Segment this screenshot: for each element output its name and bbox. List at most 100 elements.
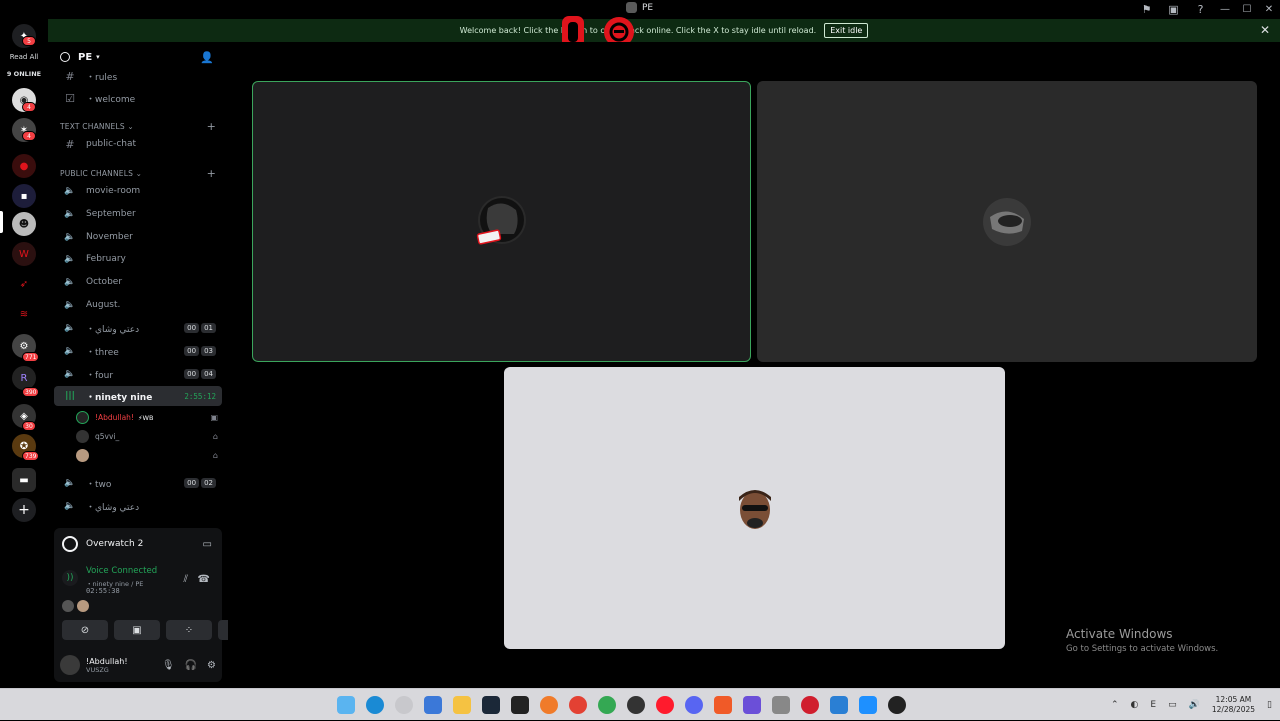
chrome-profile-icon[interactable] (598, 696, 616, 714)
avatar[interactable] (60, 655, 80, 675)
server-icon-13[interactable]: ▬ (12, 468, 36, 492)
channel-label: ・four (86, 370, 114, 381)
voice-channel[interactable]: 🔈 September (54, 204, 222, 224)
chrome-icon[interactable] (569, 696, 587, 714)
app-icon-blue[interactable] (830, 696, 848, 714)
user-info[interactable]: !Abdullah! VUSZG (86, 657, 128, 674)
server-icon-7[interactable]: ➶ (12, 272, 36, 296)
file-explorer-icon[interactable] (453, 696, 471, 714)
speaker-tray-icon[interactable]: 🔊 (1189, 700, 1200, 710)
app-icon-diamond[interactable] (743, 696, 761, 714)
voice-channel-active[interactable]: ||| ・ninety nine 2:55:12 (54, 386, 222, 406)
mic-icon[interactable]: 🎙 (162, 660, 175, 671)
edge-icon[interactable] (366, 696, 384, 714)
overwatch-taskbar-icon[interactable] (888, 696, 906, 714)
chevron-up-icon[interactable]: ⌃ (1111, 700, 1119, 710)
participant-tile[interactable] (504, 367, 1005, 649)
share-screen-button[interactable]: ▣ (114, 620, 160, 640)
opera-icon[interactable] (656, 696, 674, 714)
clock[interactable]: 12:05 AM 12/28/2025 (1212, 695, 1255, 715)
help-icon[interactable]: ? (1187, 0, 1214, 18)
disconnect-icon[interactable]: ☎ (198, 574, 210, 585)
voice-channel[interactable]: 🔈 ・two 00 02 (54, 473, 222, 493)
channel-welcome[interactable]: ☑ ・welcome (54, 88, 222, 108)
notice-close-icon[interactable]: ✕ (1260, 23, 1270, 37)
channel-public-chat[interactable]: # public-chat (54, 134, 222, 154)
add-server-icon[interactable]: + (12, 498, 36, 522)
share-screen-icon[interactable]: ▭ (203, 539, 212, 550)
selected-server-pill (0, 211, 3, 233)
participant-tile[interactable] (252, 81, 751, 362)
server-rail: ✦ 5 Read All 9 ONLINE ◉ 4 ✶ 4 ● ▪ ☻ W ➶ … (0, 18, 48, 688)
console-icon: ⌂ (212, 432, 218, 441)
voice-channel[interactable]: 🔈 November (54, 227, 222, 247)
voice-status[interactable]: Voice Connected (86, 566, 157, 576)
battlenet-icon[interactable] (540, 696, 558, 714)
speaker-icon: 🔈 (64, 346, 76, 356)
user-panel: !Abdullah! VUSZG 🎙 🎧 ⚙ (54, 648, 222, 682)
category-label: TEXT CHANNELS (60, 122, 125, 131)
headset-icon[interactable]: 🎧 (185, 660, 197, 671)
signal-icon[interactable]: )) (62, 570, 78, 586)
voice-member[interactable]: q5vvi_ ⌂ (76, 428, 222, 445)
avatar (76, 430, 89, 443)
voice-channel[interactable]: 🔈 movie-room (54, 181, 222, 201)
flag-icon[interactable]: ⚑ (1133, 0, 1160, 18)
minimize-icon[interactable]: — (1214, 0, 1236, 18)
voice-participants (62, 600, 89, 612)
epic-games-icon[interactable] (511, 696, 529, 714)
server-icon-6[interactable]: W (12, 242, 36, 266)
tray-app-icon[interactable]: ◐ (1131, 700, 1139, 710)
windows-start-icon[interactable] (337, 696, 355, 714)
server-icon-3[interactable]: ● (12, 154, 36, 178)
app-icon-red[interactable] (801, 696, 819, 714)
network-icon[interactable]: ▭ (1168, 700, 1177, 710)
invite-people-icon[interactable]: 👤 (200, 51, 214, 64)
channel-rules[interactable]: # ・rules (54, 66, 222, 86)
steam-icon[interactable] (482, 696, 500, 714)
obs-icon[interactable] (627, 696, 645, 714)
voice-member[interactable]: ⌂ (76, 447, 222, 464)
participant-tile[interactable] (757, 81, 1257, 362)
server-name: PE (78, 51, 93, 63)
voice-channel[interactable]: 🔈 October (54, 272, 222, 292)
gear-icon[interactable]: ⚙ (207, 660, 216, 671)
camera-off-button[interactable]: ⊘ (62, 620, 108, 640)
server-icon-4[interactable]: ▪ (12, 184, 36, 208)
voice-channel[interactable]: 🔈 ・three 00 03 (54, 341, 222, 361)
voice-channel[interactable]: 🔈 ・دعتي وشاي (54, 496, 222, 516)
console-icon: ⌂ (212, 451, 218, 460)
app-icon-tools[interactable] (772, 696, 790, 714)
speaker-icon: 🔈 (64, 478, 76, 488)
category-public-channels[interactable]: PUBLIC CHANNELS ⌄ + (60, 167, 222, 180)
discord-taskbar-icon[interactable] (685, 696, 703, 714)
user-limit-badge: 00 01 (184, 323, 216, 333)
app-icon-a[interactable] (714, 696, 732, 714)
close-icon[interactable]: ✕ (1258, 0, 1280, 18)
inbox-icon[interactable]: ▣ (1160, 0, 1187, 18)
server-icon-8[interactable]: ≋ (12, 302, 36, 326)
speaker-icon: 🔈 (64, 186, 76, 196)
add-channel-icon[interactable]: + (207, 120, 216, 133)
voice-channel[interactable]: 🔈 February (54, 249, 222, 269)
settings-icon[interactable] (395, 696, 413, 714)
server-badge-12: 739 (22, 451, 40, 461)
voice-channel[interactable]: 🔈 August. (54, 295, 222, 315)
noise-suppression-icon[interactable]: ⫽ (184, 574, 188, 585)
read-all-button[interactable]: Read All (0, 53, 48, 61)
category-text-channels[interactable]: TEXT CHANNELS ⌄ + (60, 120, 222, 133)
exit-idle-button[interactable]: Exit idle (824, 23, 869, 38)
window-title: PE (626, 2, 653, 13)
store-icon[interactable] (424, 696, 442, 714)
server-icon-pe[interactable]: ☻ (12, 212, 36, 236)
voice-member[interactable]: !Abdullah! ⚡WB ▣ (76, 409, 222, 426)
server-badge-2: 4 (22, 131, 36, 141)
app-icon-beta[interactable] (859, 696, 877, 714)
notification-icon[interactable]: ▯ (1267, 700, 1272, 710)
tray-letter[interactable]: E (1150, 700, 1156, 710)
maximize-icon[interactable]: ☐ (1236, 0, 1258, 18)
voice-channel[interactable]: 🔈 ・four 00 04 (54, 364, 222, 384)
activities-button[interactable]: ⁘ (166, 620, 212, 640)
add-channel-icon[interactable]: + (207, 167, 216, 180)
voice-channel[interactable]: 🔈 ・دعتي وشاي 00 01 (54, 318, 222, 338)
